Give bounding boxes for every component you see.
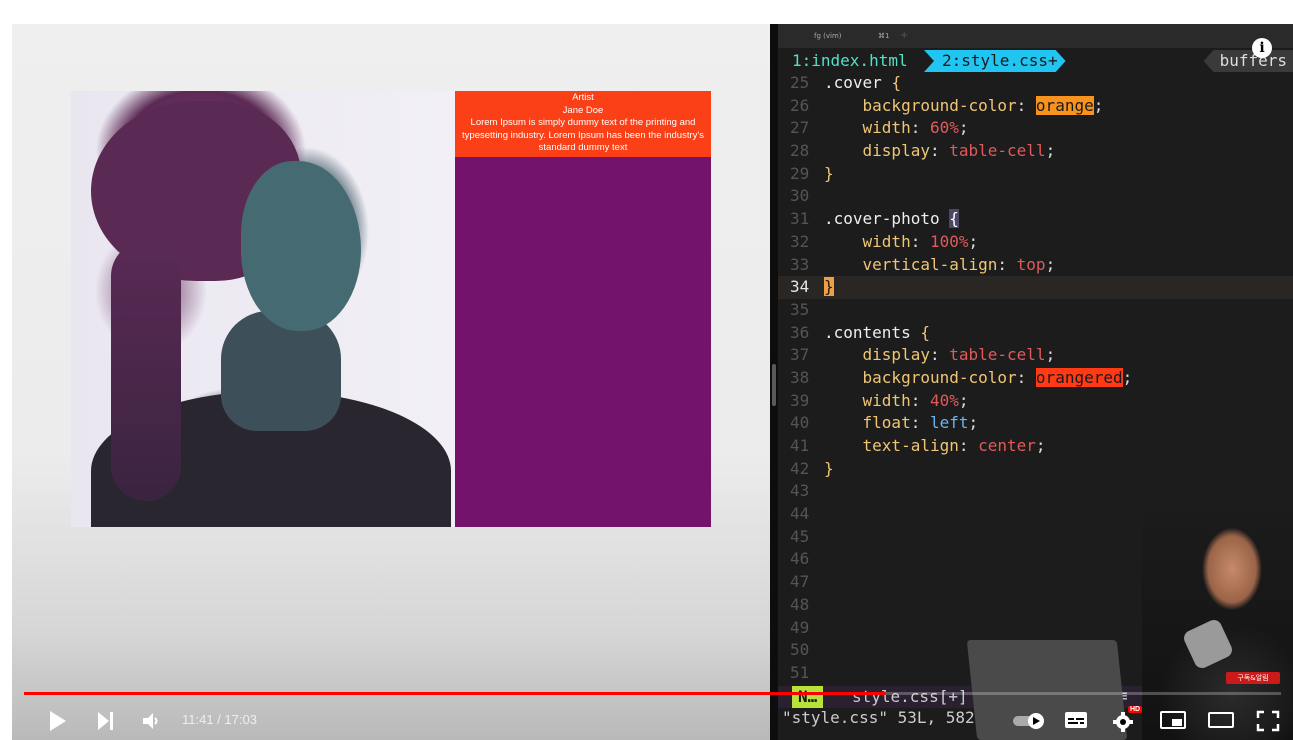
subscribe-badge[interactable]: 구독&알림 xyxy=(1226,672,1280,684)
terminal-tab-title[interactable]: fg (vim) xyxy=(814,32,842,40)
skip-next-icon xyxy=(98,712,113,730)
theater-icon xyxy=(1208,712,1234,728)
code-line: 26 background-color: orange; xyxy=(790,95,1104,115)
vim-tabline: 1:index.html 2:style.css+ buffers xyxy=(778,50,1293,72)
fullscreen-icon xyxy=(1256,710,1280,732)
hd-badge: HD xyxy=(1128,706,1143,713)
progress-fill xyxy=(24,692,887,695)
code-line: 32 width: 100%; xyxy=(790,231,979,251)
next-button[interactable] xyxy=(96,710,116,737)
code-line: 31 .cover-photo { xyxy=(790,209,959,229)
autoplay-toggle[interactable] xyxy=(1012,708,1048,737)
code-line: 35 xyxy=(790,299,810,319)
cover-photo xyxy=(71,91,455,527)
player-controls: 11:41 / 17:03 HD xyxy=(24,700,1293,740)
new-tab-icon[interactable]: + xyxy=(900,30,908,41)
video-player[interactable]: Artist Jane Doe Lorem Ipsum is simply du… xyxy=(12,24,1293,740)
autoplay-icon xyxy=(1013,713,1044,729)
settings-button[interactable]: HD xyxy=(1112,706,1143,737)
code-line: 42} xyxy=(790,458,834,478)
miniplayer-icon xyxy=(1160,711,1186,729)
gear-icon xyxy=(1113,712,1133,732)
subtitles-icon xyxy=(1065,712,1087,728)
play-icon xyxy=(50,711,66,731)
code-line: 41 text-align: center; xyxy=(790,436,1046,455)
split-grip-handle[interactable] xyxy=(772,364,776,406)
terminal-tab-shortcut: ⌘1 xyxy=(878,32,890,40)
fullscreen-button[interactable] xyxy=(1256,710,1280,737)
code-line: 29} xyxy=(790,163,834,183)
browser-preview: Artist Jane Doe Lorem Ipsum is simply du… xyxy=(12,24,770,740)
code-line: 33 vertical-align: top; xyxy=(790,254,1056,274)
volume-button[interactable] xyxy=(142,710,162,737)
code-line: 37 display: table-cell; xyxy=(790,345,1056,365)
play-button[interactable] xyxy=(48,710,68,737)
volume-icon xyxy=(143,713,158,729)
subtitles-button[interactable] xyxy=(1064,710,1088,735)
contents-panel: Artist Jane Doe Lorem Ipsum is simply du… xyxy=(455,91,711,527)
code-line: 25 .cover { xyxy=(790,73,902,92)
code-line: 40 float: left; xyxy=(790,413,979,433)
miniplayer-button[interactable] xyxy=(1160,710,1186,735)
theater-mode-button[interactable] xyxy=(1208,710,1234,735)
artist-bio: Lorem Ipsum is simply dummy text of the … xyxy=(462,117,704,153)
artist-heading: Artist xyxy=(572,92,594,103)
code-line: 38 background-color: orangered; xyxy=(790,367,1133,387)
progress-bar[interactable] xyxy=(24,692,1281,695)
time-display: 11:41 / 17:03 xyxy=(182,712,257,727)
artist-name: Jane Doe xyxy=(562,104,604,116)
code-line: 30 xyxy=(790,186,810,206)
tab-index-html[interactable]: 1:index.html xyxy=(792,51,908,70)
tab-style-css[interactable]: 2:style.css+ xyxy=(924,50,1066,72)
code-line: 39 width: 40%; xyxy=(790,390,969,410)
code-line: 28 display: table-cell; xyxy=(790,141,1056,161)
info-icon[interactable]: i xyxy=(1252,38,1272,58)
code-line: 27 width: 60%; xyxy=(790,118,969,138)
terminal-titlebar: fg (vim) ⌘1 + xyxy=(778,24,1293,48)
code-line: 36 .contents { xyxy=(790,322,930,342)
buffers-label: buffers xyxy=(1203,50,1293,72)
code-line-current: 34} xyxy=(778,276,1293,299)
contents-text-block: Artist Jane Doe Lorem Ipsum is simply du… xyxy=(455,91,711,157)
